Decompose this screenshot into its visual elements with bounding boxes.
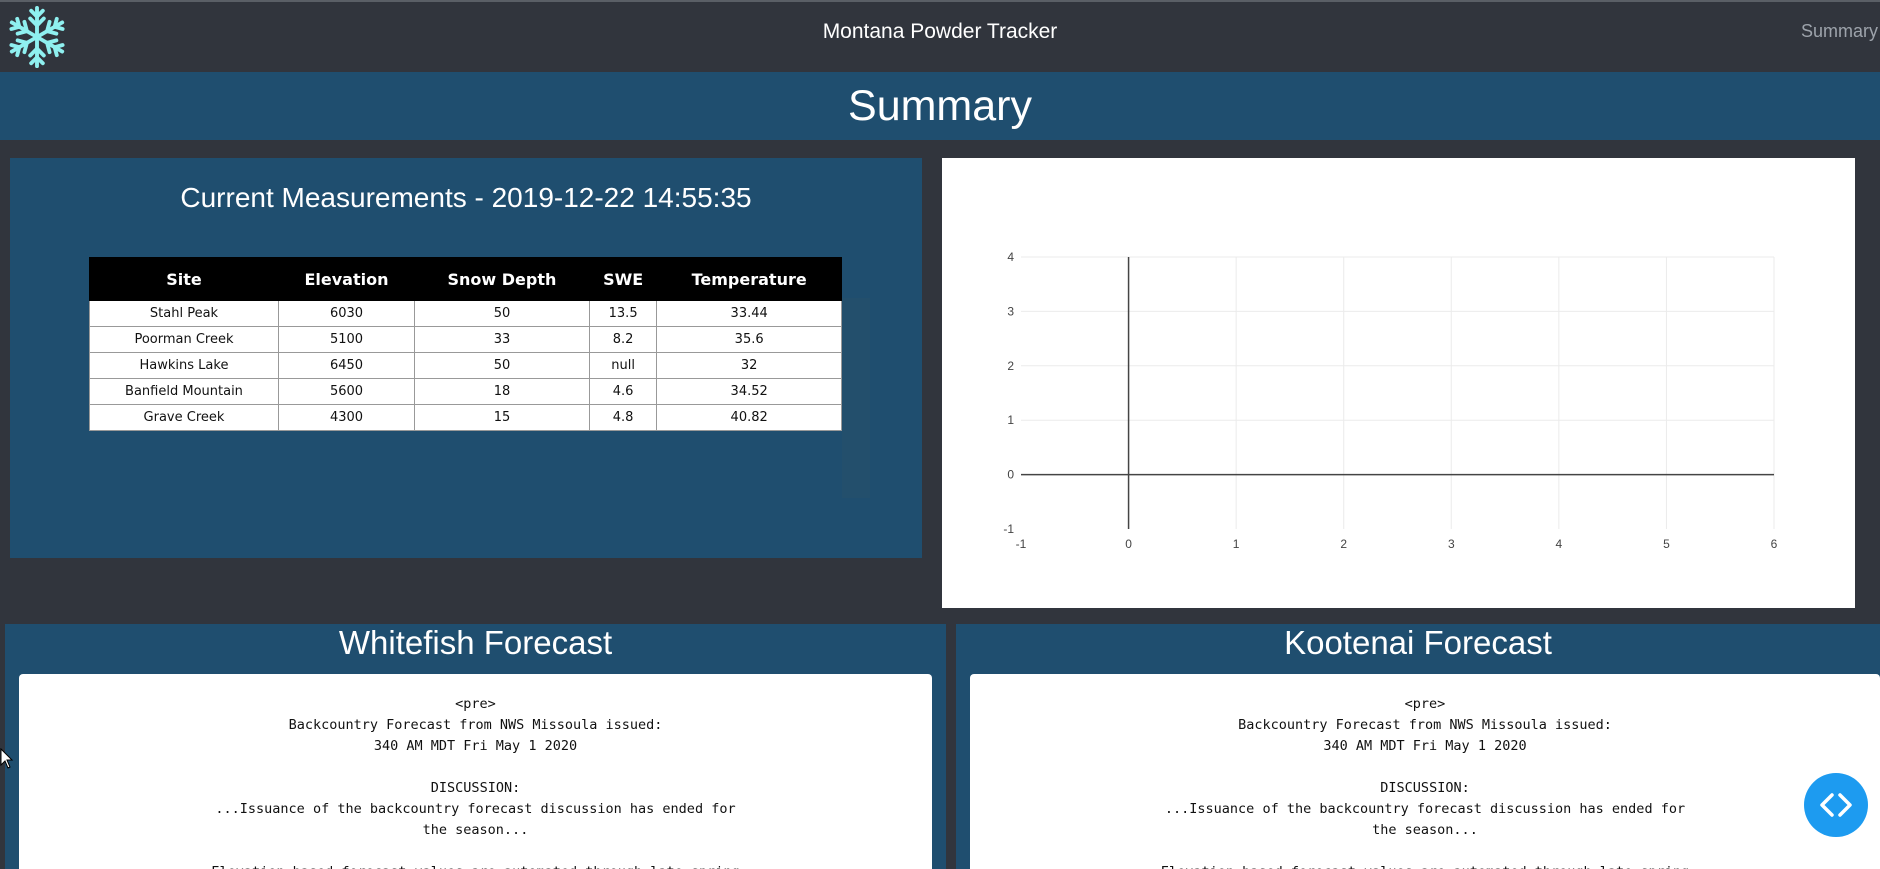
x-tick-label: 6	[1771, 537, 1778, 551]
x-tick-label: -1	[1016, 537, 1027, 551]
table-row: Hawkins Lake 6450 50 null 32	[89, 352, 842, 379]
code-toggle-button[interactable]	[1804, 773, 1868, 837]
y-tick-label: 3	[1007, 304, 1014, 318]
measurements-table: Site Elevation Snow Depth SWE Temperatur…	[89, 257, 842, 431]
chart-panel[interactable]: -1 0 1 2 3 4 5 6 -1 0 1 2 3 4	[942, 158, 1855, 608]
table-cell: Hawkins Lake	[89, 352, 279, 379]
whitefish-forecast-card[interactable]: <pre> Backcountry Forecast from NWS Miss…	[19, 674, 932, 869]
table-cell: 32	[656, 352, 842, 379]
table-row: Poorman Creek 5100 33 8.2 35.6	[89, 326, 842, 353]
table-cell: 18	[414, 378, 590, 405]
table-row: Stahl Peak 6030 50 13.5 33.44	[89, 300, 842, 327]
column-header-snow-depth[interactable]: Snow Depth	[414, 257, 590, 301]
table-cell: 33	[414, 326, 590, 353]
column-header-swe[interactable]: SWE	[588, 257, 658, 301]
whitefish-forecast-text: <pre> Backcountry Forecast from NWS Miss…	[211, 696, 739, 869]
measurements-panel: Current Measurements - 2019-12-22 14:55:…	[10, 158, 922, 558]
kootenai-forecast-header: Kootenai Forecast	[956, 624, 1880, 662]
table-cell: 15	[414, 404, 590, 431]
table-cell: 40.82	[656, 404, 842, 431]
table-row: Banfield Mountain 5600 18 4.6 34.52	[89, 378, 842, 405]
table-cell: 4300	[277, 404, 416, 431]
table-cell: 34.52	[656, 378, 842, 405]
table-cell: Stahl Peak	[89, 300, 279, 327]
table-cell: 8.2	[588, 326, 658, 353]
y-tick-label: 2	[1007, 359, 1014, 373]
page-banner: Summary	[0, 72, 1880, 140]
table-cell: 35.6	[656, 326, 842, 353]
y-tick-label: 1	[1007, 413, 1014, 427]
x-tick-label: 5	[1663, 537, 1670, 551]
whitefish-forecast-header: Whitefish Forecast	[5, 624, 946, 662]
column-header-site[interactable]: Site	[89, 257, 279, 301]
x-tick-label: 1	[1233, 537, 1240, 551]
top-navbar: Montana Powder Tracker Summary	[0, 0, 1880, 72]
table-cell: 50	[414, 300, 590, 327]
x-tick-label: 2	[1340, 537, 1347, 551]
app-title: Montana Powder Tracker	[822, 20, 1058, 43]
y-tick-label: -1	[1003, 522, 1014, 536]
table-cell: 6450	[277, 352, 416, 379]
mouse-cursor-icon	[0, 748, 14, 769]
table-row: Grave Creek 4300 15 4.8 40.82	[89, 404, 842, 431]
measurements-title: Current Measurements - 2019-12-22 14:55:…	[180, 182, 752, 213]
table-cell: 4.6	[588, 378, 658, 405]
table-cell: Poorman Creek	[89, 326, 279, 353]
column-header-elevation[interactable]: Elevation	[277, 257, 416, 301]
table-cell: 4.8	[588, 404, 658, 431]
nav-summary-link[interactable]: Summary	[1801, 21, 1878, 42]
table-header-row: Site Elevation Snow Depth SWE Temperatur…	[89, 257, 842, 301]
table-cell: 5600	[277, 378, 416, 405]
measurements-scrollbar[interactable]	[842, 298, 870, 498]
kootenai-forecast-panel: <pre> Backcountry Forecast from NWS Miss…	[956, 662, 1880, 869]
table-cell: 13.5	[588, 300, 658, 327]
y-tick-label: 4	[1007, 250, 1014, 264]
y-tick-label: 0	[1007, 468, 1014, 482]
column-header-temperature[interactable]: Temperature	[656, 257, 842, 301]
x-tick-label: 4	[1556, 537, 1563, 551]
page-title: Summary	[848, 82, 1032, 130]
table-cell: 6030	[277, 300, 416, 327]
x-tick-label: 0	[1125, 537, 1132, 551]
kootenai-forecast-text: <pre> Backcountry Forecast from NWS Miss…	[1161, 696, 1689, 869]
kootenai-forecast-card[interactable]: <pre> Backcountry Forecast from NWS Miss…	[970, 674, 1880, 869]
table-cell: Grave Creek	[89, 404, 279, 431]
table-cell: 5100	[277, 326, 416, 353]
table-cell: 50	[414, 352, 590, 379]
table-cell: Banfield Mountain	[89, 378, 279, 405]
x-tick-label: 3	[1448, 537, 1455, 551]
whitefish-forecast-panel: <pre> Backcountry Forecast from NWS Miss…	[5, 662, 946, 869]
empty-chart[interactable]: -1 0 1 2 3 4 5 6 -1 0 1 2 3 4	[942, 158, 1855, 608]
table-cell: null	[588, 352, 658, 379]
table-cell: 33.44	[656, 300, 842, 327]
code-icon	[1820, 793, 1852, 817]
